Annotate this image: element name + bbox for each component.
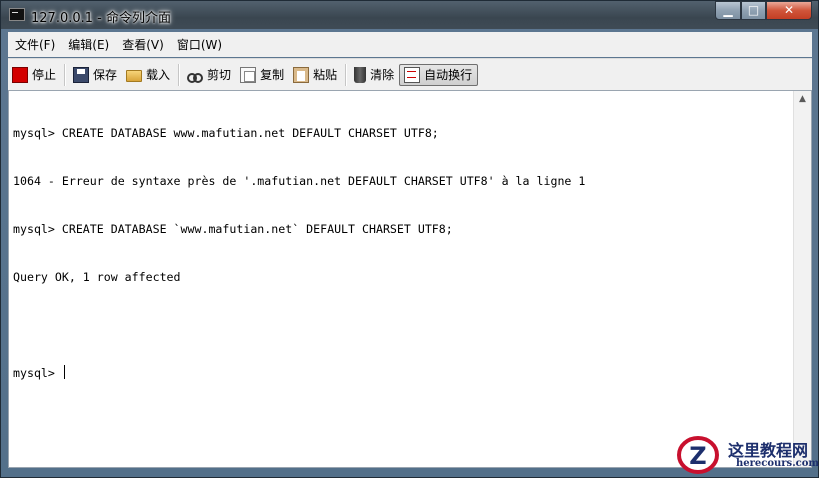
word-wrap-label: 自动换行: [424, 68, 473, 82]
clear-button[interactable]: 清除: [350, 64, 399, 86]
toolbar-separator: [178, 63, 181, 86]
menu-bar: 文件(F) 编辑(E) 查看(V) 窗口(W): [8, 32, 812, 57]
stop-button[interactable]: 停止: [8, 64, 61, 86]
window-title: 127.0.0.1 - 命令列介面: [31, 11, 171, 26]
menu-edit[interactable]: 编辑(E): [61, 36, 115, 53]
menu-view[interactable]: 查看(V): [115, 36, 170, 53]
word-wrap-toggle[interactable]: 自动换行: [399, 63, 479, 86]
clipboard-icon: [293, 66, 310, 83]
terminal-line: 1064 - Erreur de syntaxe près de '.mafut…: [13, 174, 586, 188]
load-label: 载入: [146, 68, 171, 82]
terminal-line: Query OK, 1 row affected: [13, 270, 181, 284]
minimize-button[interactable]: ▁: [715, 1, 741, 20]
menu-window[interactable]: 窗口(W): [170, 36, 228, 53]
cut-label: 剪切: [207, 68, 232, 82]
watermark-url: herecours.com: [736, 458, 819, 469]
scissors-icon: [187, 67, 204, 83]
load-button[interactable]: 载入: [122, 64, 175, 86]
terminal-line: mysql> CREATE DATABASE `www.mafutian.net…: [13, 222, 453, 236]
close-button[interactable]: ✕: [766, 1, 812, 20]
stop-icon: [12, 66, 28, 83]
cut-button[interactable]: 剪切: [183, 64, 236, 86]
text-caret: [63, 365, 65, 379]
save-label: 保存: [93, 68, 118, 82]
site-watermark: Z 这里教程网 herecours.com: [672, 434, 819, 476]
toolbar: 停止 保存 载入 剪切 复制 粘贴 清除 自动换行: [8, 58, 812, 90]
maximize-button[interactable]: □: [741, 1, 766, 20]
copy-button[interactable]: 复制: [236, 64, 289, 86]
floppy-disk-icon: [73, 66, 90, 83]
scroll-up-arrow-icon[interactable]: ▲: [794, 91, 811, 108]
window-controls: ▁ □ ✕: [715, 1, 812, 21]
watermark-logo-letter: Z: [689, 442, 706, 470]
paste-label: 粘贴: [313, 68, 338, 82]
copy-icon: [240, 66, 257, 83]
clear-label: 清除: [370, 68, 395, 82]
save-button[interactable]: 保存: [69, 64, 122, 86]
toolbar-separator: [345, 63, 348, 86]
paste-button[interactable]: 粘贴: [289, 64, 342, 86]
terminal-text[interactable]: mysql> CREATE DATABASE www.mafutian.net …: [13, 93, 788, 413]
title-bar[interactable]: 127.0.0.1 - 命令列介面 ▁ □ ✕: [1, 1, 818, 29]
terminal-prompt-line[interactable]: mysql>: [13, 365, 788, 381]
app-window: 127.0.0.1 - 命令列介面 ▁ □ ✕ 文件(F) 编辑(E) 查看(V…: [0, 0, 819, 478]
word-wrap-icon: [404, 66, 421, 83]
terminal-output[interactable]: mysql> CREATE DATABASE www.mafutian.net …: [8, 90, 812, 468]
terminal-line: mysql> CREATE DATABASE www.mafutian.net …: [13, 126, 439, 140]
folder-icon: [126, 69, 143, 82]
terminal-icon: [9, 8, 25, 21]
vertical-scrollbar[interactable]: ▲: [793, 91, 811, 467]
copy-label: 复制: [260, 68, 285, 82]
stop-label: 停止: [32, 68, 57, 82]
trash-can-icon: [354, 66, 367, 83]
terminal-prompt: mysql>: [13, 366, 62, 380]
menu-file[interactable]: 文件(F): [8, 36, 61, 53]
watermark-logo-icon: Z: [677, 436, 719, 474]
toolbar-separator: [64, 63, 67, 86]
